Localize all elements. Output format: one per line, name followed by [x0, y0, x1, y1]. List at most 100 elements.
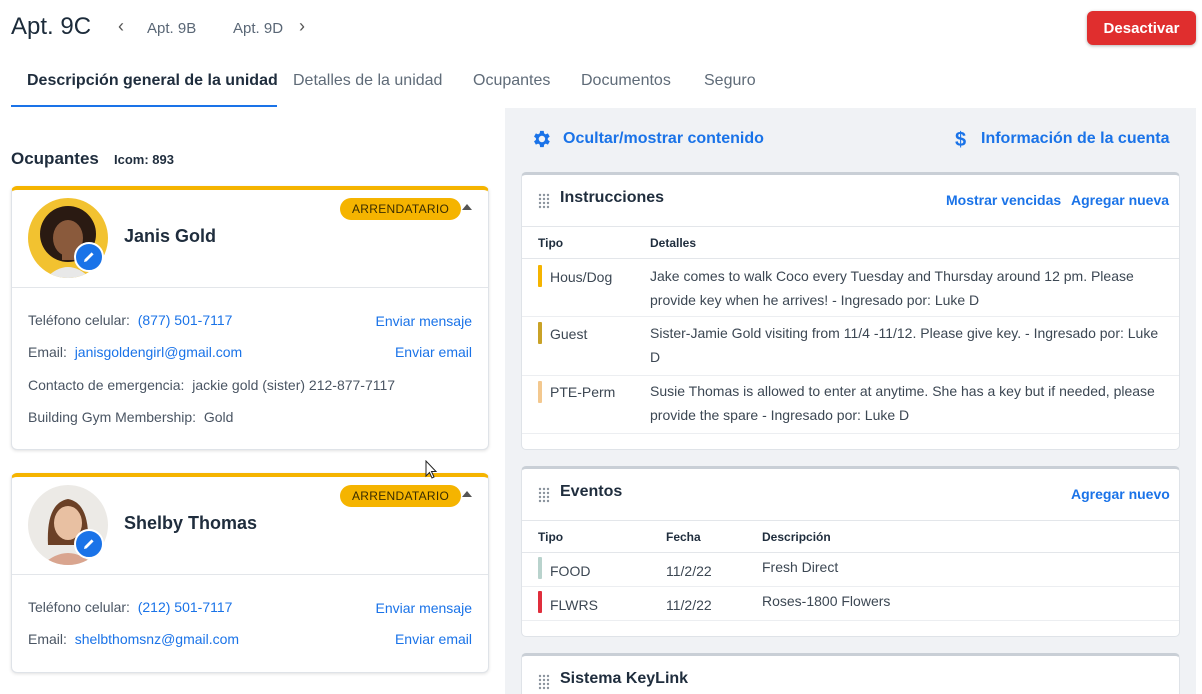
tab-occupants[interactable]: Ocupantes [473, 72, 550, 90]
dollar-icon: $ [955, 129, 966, 150]
occupant-name: Janis Gold [124, 226, 217, 246]
instruction-details: Jake comes to walk Coco every Tuesday an… [650, 268, 1134, 308]
cell-phone-label: Teléfono celular: [28, 312, 130, 328]
email-row: Email: janisgoldengirl@gmail.com [28, 344, 242, 360]
svg-text:$: $ [955, 129, 966, 150]
events-column-header: Tipo Fecha Descripción [522, 521, 1179, 553]
occupant-card-header: Janis Gold ARRENDATARIO [12, 190, 488, 288]
column-description: Descripción [762, 530, 831, 544]
category-color-bar [538, 557, 542, 579]
occupant-card: Shelby Thomas ARRENDATARIO Teléfono celu… [11, 473, 489, 673]
account-info-button[interactable]: $ Información de la cuenta [952, 128, 1169, 150]
events-header: Eventos Agregar nuevo [522, 469, 1179, 521]
send-email-link[interactable]: Enviar email [395, 631, 472, 647]
occupant-name: Shelby Thomas [124, 513, 258, 533]
tab-unit-overview[interactable]: Descripción general de la unidad [27, 72, 278, 90]
instruction-type: PTE-Perm [550, 384, 616, 400]
overview-column: Ocultar/mostrar contenido $ Información … [505, 108, 1196, 694]
occupant-card: Janis Gold ARRENDATARIO Teléfono celular… [11, 186, 489, 450]
gym-membership-row: Building Gym Membership: Gold [28, 409, 233, 425]
category-color-bar [538, 381, 542, 403]
instructions-panel: Instrucciones Mostrar vencidas Agregar n… [521, 172, 1180, 450]
send-email-link[interactable]: Enviar email [395, 344, 472, 360]
event-type: FLWRS [550, 597, 598, 613]
top-bar: Apt. 9C ‹ Apt. 9B Apt. 9D › Desactivar [0, 0, 1202, 60]
instruction-type: Guest [550, 326, 588, 342]
table-row[interactable]: FOOD 11/2/22 Fresh Direct [522, 553, 1179, 587]
category-color-bar [538, 322, 542, 344]
occupant-card-header: Shelby Thomas ARRENDATARIO [12, 477, 488, 575]
instructions-header: Instrucciones Mostrar vencidas Agregar n… [522, 175, 1179, 227]
column-type: Tipo [538, 236, 564, 250]
send-message-link[interactable]: Enviar mensaje [376, 600, 473, 616]
events-panel: Eventos Agregar nuevo Tipo Fecha Descrip… [521, 466, 1180, 637]
next-apartment-link[interactable]: Apt. 9D [233, 20, 283, 37]
email-value[interactable]: shelbthomsnz@gmail.com [75, 631, 239, 647]
drag-handle-icon[interactable] [538, 674, 550, 690]
tab-documents[interactable]: Documentos [581, 72, 671, 90]
category-color-bar [538, 591, 542, 613]
cell-phone-row: Teléfono celular: (877) 501-7117 [28, 312, 232, 328]
icom-number: Icom: 893 [114, 152, 174, 167]
show-expired-link[interactable]: Mostrar vencidas [946, 192, 1061, 208]
tab-unit-details[interactable]: Detalles de la unidad [293, 72, 442, 90]
gear-icon [534, 130, 550, 148]
table-row[interactable]: PTE-Perm Susie Thomas is allowed to ente… [522, 376, 1179, 434]
add-event-link[interactable]: Agregar nuevo [1071, 486, 1170, 502]
column-date: Fecha [666, 530, 701, 544]
instruction-details: Susie Thomas is allowed to enter at anyt… [650, 383, 1155, 423]
collapse-caret-icon[interactable] [462, 204, 472, 210]
account-info-label: Información de la cuenta [981, 130, 1170, 147]
column-type: Tipo [538, 530, 564, 544]
column-details: Detalles [650, 236, 697, 250]
instruction-type: Hous/Dog [550, 269, 613, 285]
table-row[interactable]: Guest Sister-Jamie Gold visiting from 11… [522, 317, 1179, 376]
event-date: 11/2/22 [666, 563, 712, 579]
cell-phone-label: Teléfono celular: [28, 599, 130, 615]
cell-phone-row: Teléfono celular: (212) 501-7117 [28, 599, 232, 615]
email-value[interactable]: janisgoldengirl@gmail.com [75, 344, 243, 360]
events-title: Eventos [560, 483, 623, 500]
edit-occupant-button[interactable] [74, 529, 104, 559]
keylink-header: Sistema KeyLink [522, 656, 1179, 694]
cell-phone-value[interactable]: (212) 501-7117 [138, 599, 233, 615]
keylink-panel: Sistema KeyLink [521, 653, 1180, 694]
deactivate-button[interactable]: Desactivar [1087, 11, 1196, 45]
gym-membership-label: Building Gym Membership: [28, 409, 197, 425]
pencil-icon [84, 252, 94, 262]
tab-insurance[interactable]: Seguro [704, 72, 756, 90]
table-row[interactable]: Hous/Dog Jake comes to walk Coco every T… [522, 259, 1179, 317]
toggle-content-label: Ocultar/mostrar contenido [563, 130, 764, 147]
tenant-badge: ARRENDATARIO [340, 485, 462, 507]
chevron-right-icon[interactable]: › [299, 16, 305, 37]
tenant-badge: ARRENDATARIO [340, 198, 462, 220]
event-description: Roses-1800 Flowers [762, 593, 891, 609]
drag-handle-icon[interactable] [538, 193, 550, 209]
chevron-left-icon[interactable]: ‹ [118, 16, 124, 37]
toggle-content-button[interactable]: Ocultar/mostrar contenido [530, 128, 764, 150]
event-description: Fresh Direct [762, 559, 839, 575]
mouse-cursor-icon [425, 460, 438, 479]
collapse-caret-icon[interactable] [462, 491, 472, 497]
table-row[interactable]: FLWRS 11/2/22 Roses-1800 Flowers [522, 587, 1179, 621]
send-message-link[interactable]: Enviar mensaje [376, 313, 473, 329]
pencil-icon [84, 539, 94, 549]
drag-handle-icon[interactable] [538, 487, 550, 503]
gym-membership-value: Gold [203, 409, 234, 425]
add-instruction-link[interactable]: Agregar nueva [1071, 192, 1169, 208]
page-title: Apt. 9C [11, 13, 92, 40]
occupants-heading: Ocupantes [11, 149, 99, 168]
tab-bar: Descripción general de la unidad Detalle… [0, 60, 1202, 108]
cell-phone-value[interactable]: (877) 501-7117 [138, 312, 233, 328]
edit-occupant-button[interactable] [74, 242, 104, 272]
keylink-title: Sistema KeyLink [560, 670, 689, 687]
instructions-column-header: Tipo Detalles [522, 227, 1179, 259]
occupants-column: Ocupantes Icom: 893 Janis Gold ARRENDATA… [0, 108, 505, 694]
prev-apartment-link[interactable]: Apt. 9B [147, 20, 196, 37]
email-row: Email: shelbthomsnz@gmail.com [28, 631, 239, 647]
email-label: Email: [28, 631, 67, 647]
active-tab-indicator [11, 105, 277, 107]
emergency-contact-label: Contacto de emergencia: [28, 377, 185, 393]
instruction-details: Sister-Jamie Gold visiting from 11/4 -11… [650, 325, 1159, 365]
emergency-contact-value: jackie gold (sister) 212-877-7117 [192, 377, 396, 393]
